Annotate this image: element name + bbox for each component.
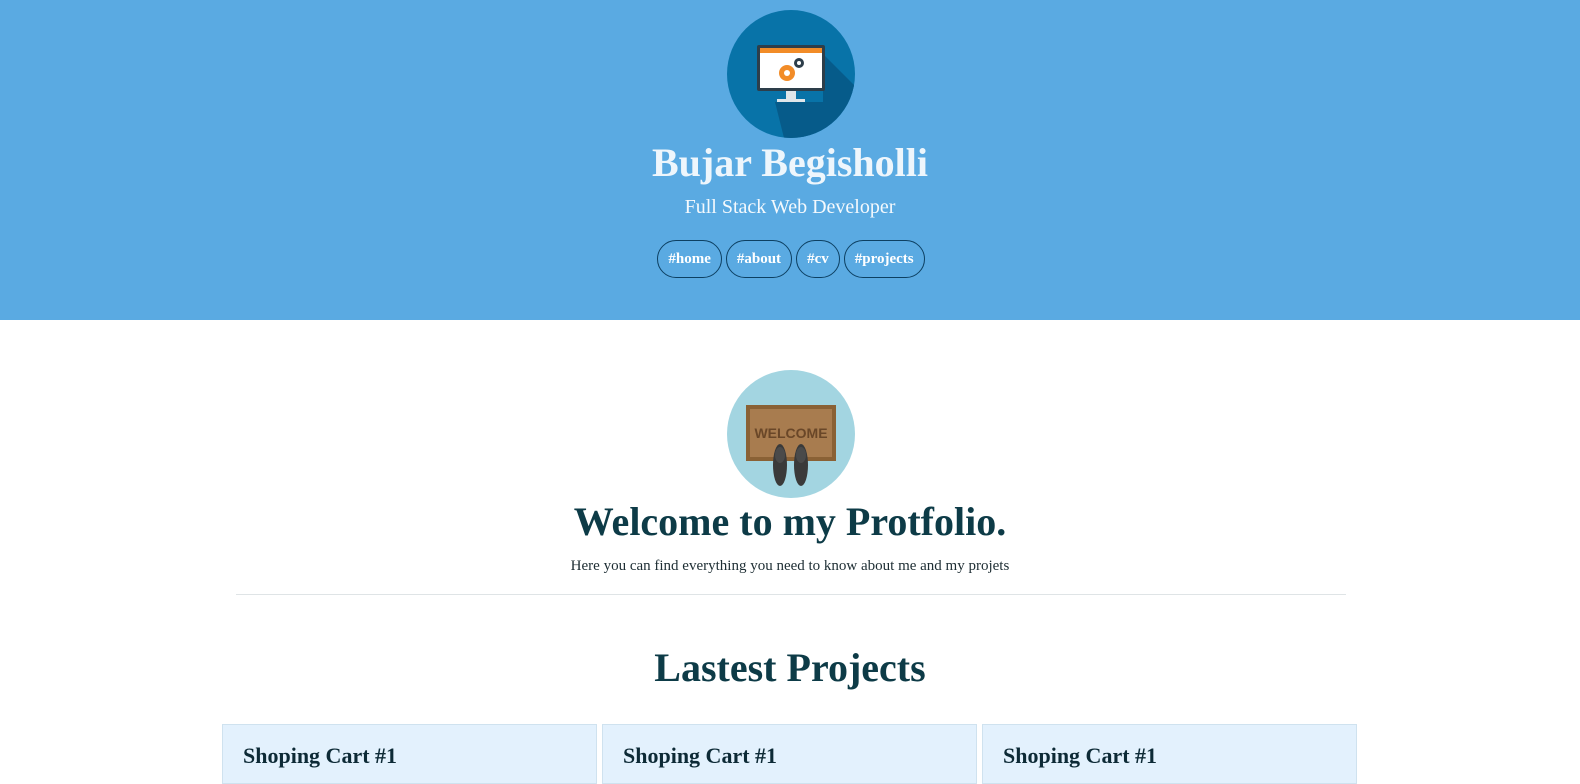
hero-header: Bujar Begisholli Full Stack Web Develope… (0, 0, 1580, 320)
nav-projects[interactable]: #projects (843, 240, 925, 278)
nav-home[interactable]: #home (657, 240, 722, 278)
welcome-title: Welcome to my Protfolio. (573, 499, 1007, 544)
section-divider (236, 594, 1346, 595)
project-card-title: Shoping Cart #1 (243, 743, 398, 768)
main-nav: #home #about #cv #projects (0, 240, 1580, 278)
welcome-mat-icon: WELCOME (727, 370, 855, 498)
project-card-title: Shoping Cart #1 (623, 743, 778, 768)
author-name: Bujar Begisholli (652, 140, 928, 185)
project-card[interactable]: Shoping Cart #1 (602, 724, 977, 784)
author-role: Full Stack Web Developer (684, 196, 896, 218)
monitor-gear-icon (727, 10, 855, 138)
project-card-title: Shoping Cart #1 (1003, 743, 1158, 768)
project-card[interactable]: Shoping Cart #1 (222, 724, 597, 784)
welcome-subtitle: Here you can find everything you need to… (570, 558, 1010, 574)
project-cards: Shoping Cart #1 Shoping Cart #1 Shoping … (222, 724, 1357, 784)
projects-title: Lastest Projects (654, 645, 926, 690)
nav-cv[interactable]: #cv (796, 240, 840, 278)
nav-about[interactable]: #about (725, 240, 793, 278)
mat-text: WELCOME (754, 425, 827, 441)
project-card[interactable]: Shoping Cart #1 (982, 724, 1357, 784)
